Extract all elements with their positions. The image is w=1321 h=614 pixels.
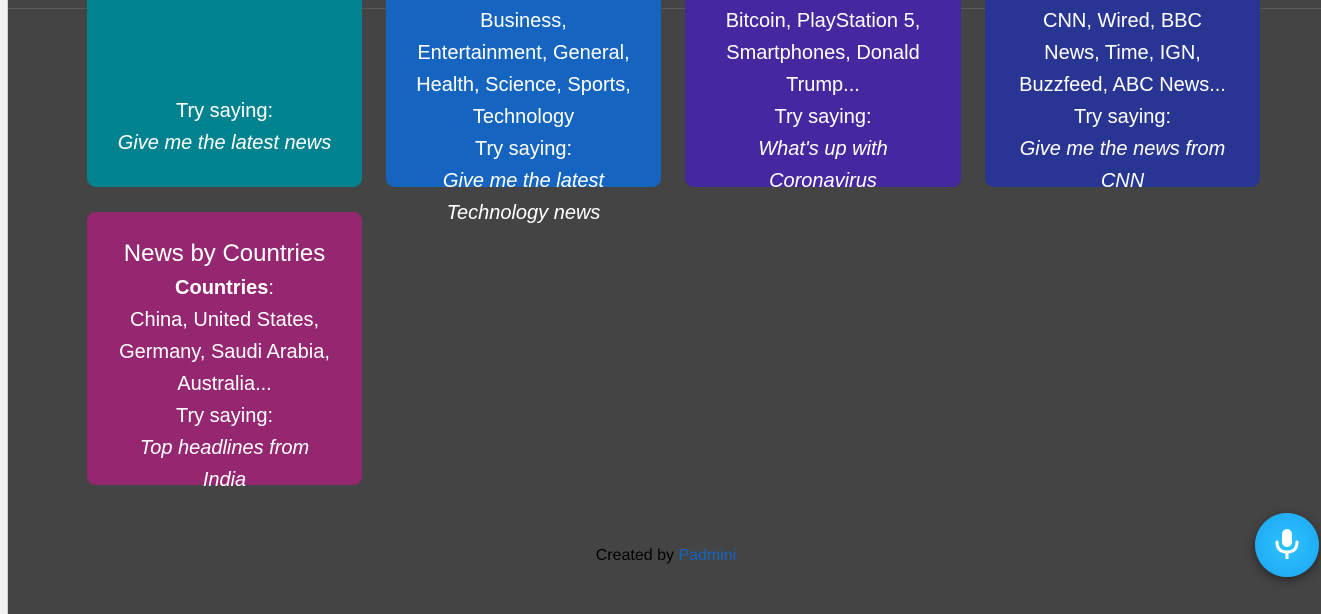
example-phrase-line: India bbox=[202, 469, 247, 491]
card-news-by-terms: Bitcoin, PlayStation 5, Smartphones, Don… bbox=[685, 0, 961, 192]
countries-list-line: China, United States, bbox=[130, 309, 319, 331]
try-saying-label: Try saying: bbox=[175, 100, 274, 122]
card-general-news: Try saying: Give me the latest news bbox=[87, 0, 362, 187]
example-phrase-line: Top headlines from bbox=[139, 437, 310, 459]
example-phrase-line: Give me the latest bbox=[442, 170, 605, 192]
category-list-line: Technology bbox=[472, 106, 575, 128]
card-news-by-category: Business, Entertainment, General, Health… bbox=[386, 0, 661, 224]
sources-list-line: CNN, Wired, BBC bbox=[1043, 10, 1202, 32]
sources-list-line: Buzzfeed, ABC News... bbox=[1019, 74, 1226, 96]
countries-field: Countries: bbox=[107, 272, 342, 304]
category-list-line: Health, Science, Sports, bbox=[416, 74, 631, 96]
example-phrase-line: Technology news bbox=[446, 202, 601, 224]
category-list-line: Business, bbox=[480, 10, 567, 32]
example-phrase-line: Give me the news from bbox=[1019, 138, 1226, 160]
example-phrase-line: CNN bbox=[1100, 170, 1145, 192]
example-phrase: Give me the latest news bbox=[117, 132, 332, 154]
try-saying-label: Try saying: bbox=[474, 138, 573, 160]
browser-edge bbox=[0, 0, 8, 614]
try-saying-label: Try saying: bbox=[175, 405, 274, 427]
terms-list-line: Smartphones, Donald bbox=[726, 42, 920, 64]
footer-credit-text: Created by bbox=[595, 547, 679, 564]
example-phrase-line: What's up with bbox=[758, 138, 888, 160]
category-list-line: Entertainment, General, bbox=[417, 42, 630, 64]
terms-list-line: Bitcoin, PlayStation 5, bbox=[725, 10, 921, 32]
sources-list-line: News, Time, IGN, bbox=[1044, 42, 1201, 64]
card-title: News by Countries bbox=[123, 240, 326, 267]
example-phrase-line: Coronavirus bbox=[769, 170, 877, 192]
countries-list-line: Germany, Saudi Arabia, bbox=[119, 341, 330, 363]
try-saying-label: Try saying: bbox=[774, 106, 872, 128]
card-news-by-sources: CNN, Wired, BBC News, Time, IGN, Buzzfee… bbox=[985, 0, 1260, 192]
microphone-button[interactable] bbox=[1255, 513, 1319, 577]
countries-field-label: Countries bbox=[175, 277, 269, 299]
terms-list-line: Trump... bbox=[786, 74, 860, 96]
countries-field-suffix: : bbox=[268, 277, 274, 299]
countries-list-line: Australia... bbox=[177, 373, 272, 395]
card-news-by-countries: News by Countries Countries: China, Unit… bbox=[87, 212, 362, 491]
author-link[interactable]: Padmini bbox=[678, 547, 736, 564]
microphone-icon bbox=[1275, 529, 1299, 559]
footer: Created by Padmini bbox=[0, 546, 1321, 566]
try-saying-label: Try saying: bbox=[1073, 106, 1172, 128]
